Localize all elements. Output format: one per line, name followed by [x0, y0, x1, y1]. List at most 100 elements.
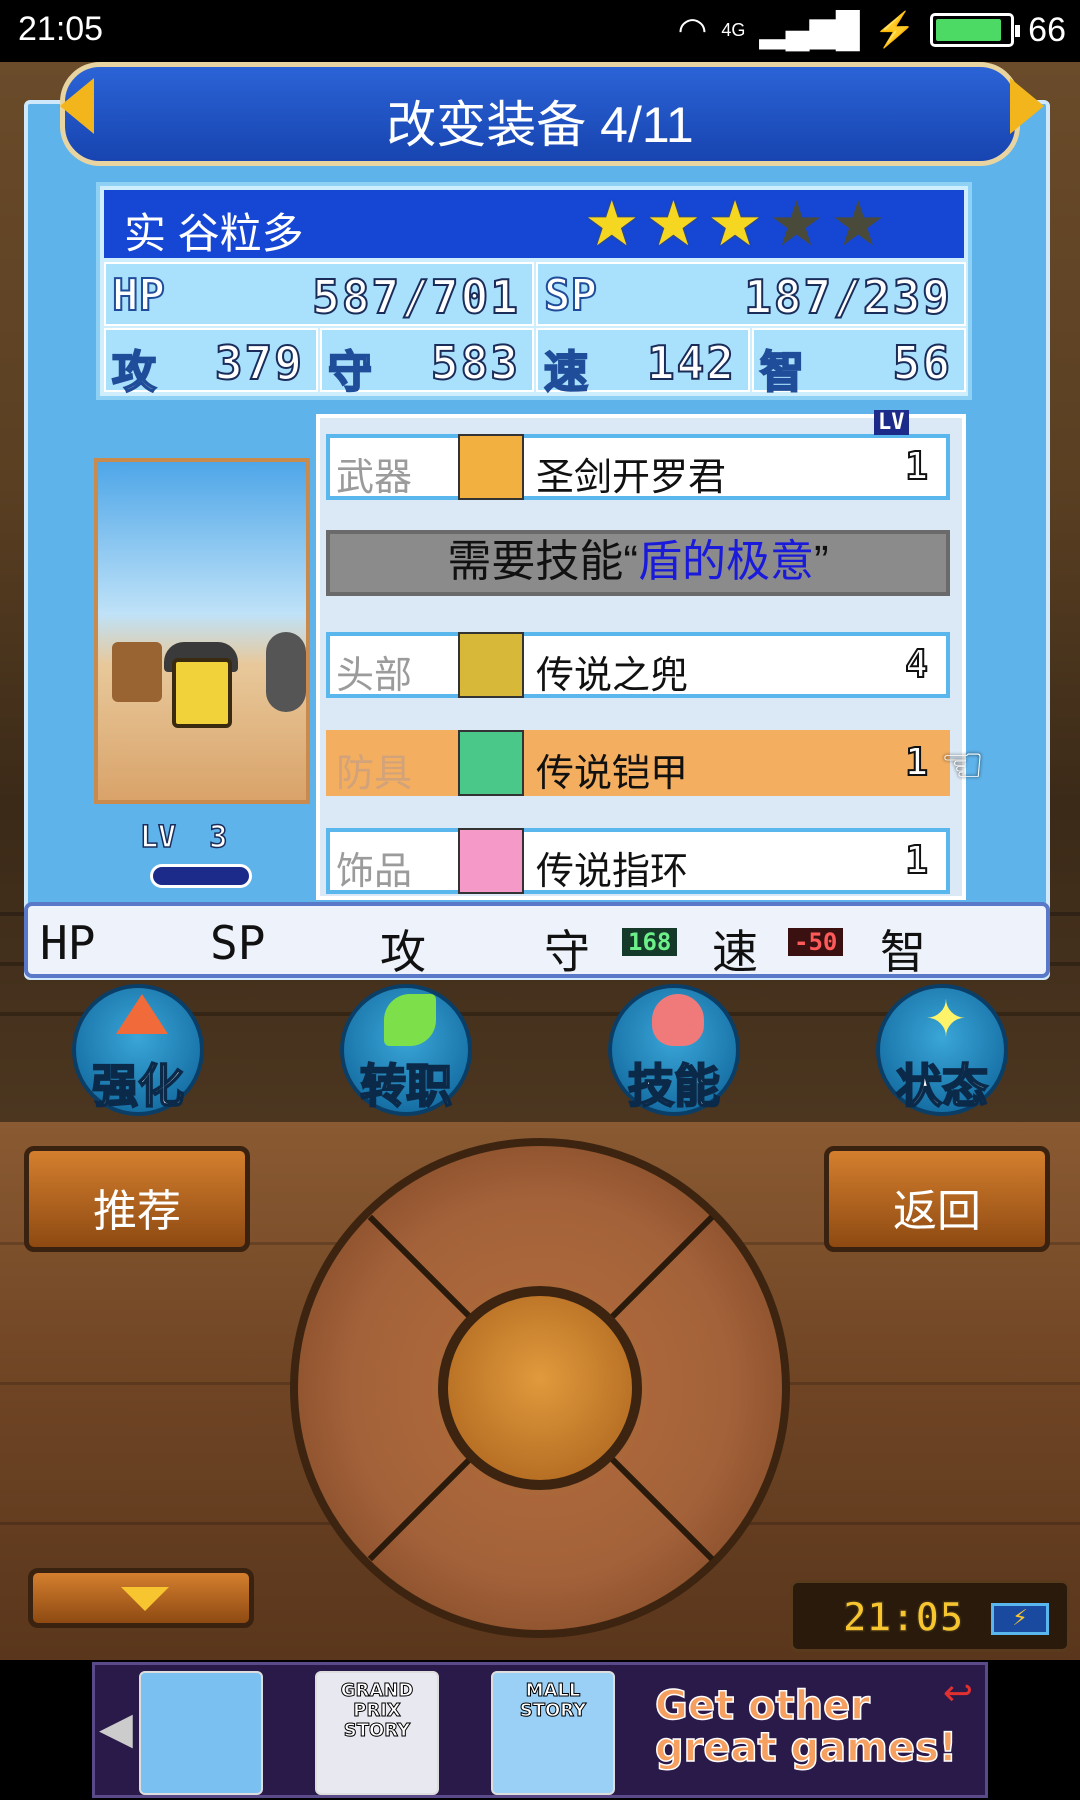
status-bar: 21:05 ◠ 4G ▂▄▆█ ⚡ 66 [0, 0, 1080, 62]
lv-column-tag: LV [874, 410, 909, 435]
exp-bar [150, 864, 252, 888]
action-label: 强化 [91, 1058, 185, 1114]
int-value: 56 [892, 335, 952, 391]
item-level: 1 [904, 739, 929, 785]
rank-stars: ★ ★ ★ ★ ★ [584, 187, 886, 260]
spd-cell: 速 142 [536, 328, 750, 399]
dpad-center-button[interactable] [438, 1286, 642, 1490]
sp-label: SP [543, 269, 598, 322]
item-level: 4 [904, 641, 929, 687]
ad-game-castle-thumb[interactable] [139, 1671, 263, 1795]
def-label: 守 [327, 346, 373, 399]
ad-content[interactable]: ◀ GRAND PRIX STORY MALL STORY Get other … [92, 1662, 988, 1798]
star-empty-icon: ★ [830, 187, 886, 260]
ring-icon [458, 828, 524, 894]
barrel-sprite [112, 642, 162, 702]
back-button[interactable]: 返回 [824, 1146, 1050, 1252]
title-bar: 改变装备 4/11 [60, 62, 1020, 166]
job-change-button[interactable]: 转职 [340, 984, 472, 1116]
cmp-spd: 速 [712, 925, 758, 979]
signal-icon: ▂▄▆█ [759, 11, 860, 49]
ad-game-title: MALL STORY [519, 1680, 587, 1721]
item-name: 传说指环 [536, 851, 689, 893]
ad-cta-text[interactable]: Get other great games! [654, 1684, 975, 1770]
def-delta-badge: 168 [622, 928, 678, 956]
character-portrait [94, 458, 310, 804]
cmp-int: 智 [880, 925, 926, 979]
prev-character-button[interactable] [60, 78, 94, 134]
ad-banner[interactable]: ◀ GRAND PRIX STORY MALL STORY Get other … [0, 1660, 1080, 1800]
hp-value: 587/701 [311, 269, 520, 325]
battery-level: 66 [1028, 10, 1066, 49]
dpad[interactable] [290, 1138, 790, 1638]
slot-label: 武器 [336, 457, 413, 499]
action-label: 状态 [895, 1058, 989, 1114]
cmp-hp: HP [40, 916, 96, 970]
shield-sprite [266, 632, 306, 712]
skill-button[interactable]: 技能 [608, 984, 740, 1116]
recommend-button[interactable]: 推荐 [24, 1146, 250, 1252]
spd-delta-badge: -50 [788, 928, 844, 956]
int-label: 智 [759, 346, 805, 399]
def-value: 583 [430, 335, 520, 391]
int-cell: 智 56 [752, 328, 966, 399]
status-time: 21:05 [18, 10, 104, 48]
status-icons: ◠ 4G ▂▄▆█ ⚡ 66 [678, 10, 1066, 50]
equip-slot-accessory[interactable]: 饰品 传说指环 1 [326, 828, 950, 894]
star-empty-icon: ★ [768, 187, 825, 260]
ad-game-mall-story-thumb[interactable]: MALL STORY [491, 1671, 615, 1795]
sp-cell: SP 187/239 [536, 262, 966, 326]
action-label: 技能 [627, 1058, 721, 1114]
next-character-button[interactable] [1010, 78, 1044, 134]
lv-label: LV [139, 819, 177, 856]
recommend-label: 推荐 [93, 1187, 181, 1236]
hero-sprite [172, 658, 232, 728]
atk-value: 379 [214, 335, 304, 391]
item-name: 圣剑开罗君 [536, 457, 727, 499]
star-filled-icon: ★ [645, 187, 702, 260]
equip-slot-head[interactable]: 头部 传说之兜 4 [326, 632, 950, 698]
scroll-down-button[interactable] [28, 1568, 254, 1628]
spd-label: 速 [543, 346, 589, 399]
leaf-icon [384, 994, 436, 1046]
skill-req-prefix: 需要技能“ [447, 537, 638, 586]
equip-slot-weapon[interactable]: LV 武器 圣剑开罗君 1 [326, 410, 950, 500]
cmp-atk: 攻 [380, 925, 426, 979]
item-name: 传说之兜 [536, 655, 689, 697]
clock-time: 21:05 [842, 1594, 964, 1642]
enhance-button[interactable]: 强化 [72, 984, 204, 1116]
armor-icon [458, 730, 524, 796]
item-name: 传说铠甲 [536, 753, 689, 795]
flame-icon [652, 994, 704, 1046]
equipment-list: LV 武器 圣剑开罗君 1 需要技能“盾的极意” 头部 传说之兜 4 防具 传说… [316, 410, 966, 900]
spd-value: 142 [646, 335, 736, 391]
lv-value: 3 [208, 819, 228, 856]
slot-label: 头部 [336, 655, 413, 697]
helmet-icon [458, 632, 524, 698]
atk-cell: 攻 379 [104, 328, 318, 399]
battery-fill [936, 19, 1001, 41]
ad-game-grand-prix-thumb[interactable]: GRAND PRIX STORY [315, 1671, 439, 1795]
battery-icon: ⚡ [991, 1603, 1049, 1635]
ad-prev-icon[interactable]: ◀ [99, 1703, 133, 1754]
sp-value: 187/239 [743, 269, 952, 325]
level-indicator: LV 3 [139, 819, 252, 888]
sparkle-icon: ✦ [925, 990, 967, 1048]
character-stats-panel: 实 谷粒多 ★ ★ ★ ★ ★ HP 587/701 SP 187/239 攻 379 … [96, 182, 972, 400]
arrow-up-icon [116, 994, 168, 1034]
skill-req-name: 盾的极意 [638, 537, 814, 586]
skill-req-suffix: ” [814, 537, 829, 586]
wifi-icon: ◠ [677, 11, 708, 49]
page-title: 改变装备 4/11 [386, 97, 694, 153]
network-label: 4G [721, 19, 746, 40]
action-label: 转职 [359, 1058, 453, 1114]
status-button[interactable]: ✦ 状态 [876, 984, 1008, 1116]
stat-compare-bar: HP SP 攻 守 168 速 -50 智 [24, 902, 1050, 979]
battery-icon [930, 13, 1021, 47]
sword-icon [458, 434, 524, 500]
equip-slot-armor[interactable]: 防具 传说铠甲 1 [326, 730, 950, 796]
hp-label: HP [111, 269, 166, 322]
item-level: 1 [904, 837, 929, 883]
down-arrow-icon [121, 1587, 169, 1611]
back-label: 返回 [893, 1187, 981, 1236]
